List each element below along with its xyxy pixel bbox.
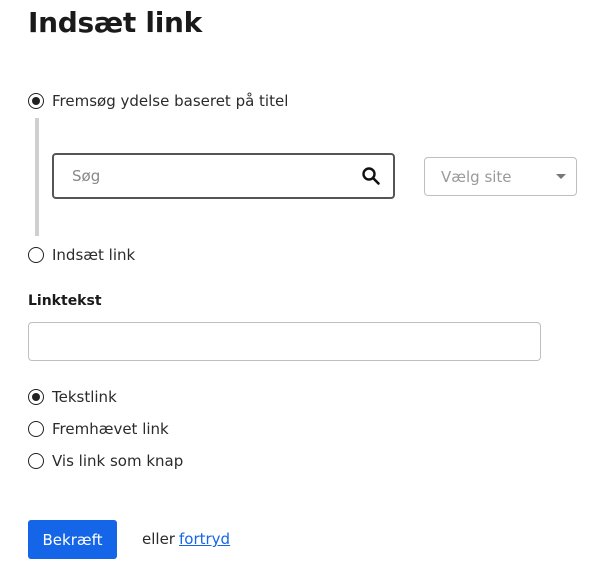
radio-button[interactable]	[28, 247, 44, 263]
radio-highlighted-link[interactable]: Fremhævet link	[28, 420, 169, 438]
search-icon[interactable]	[361, 166, 381, 186]
radio-insert-link[interactable]: Indsæt link	[28, 246, 135, 264]
radio-link-as-button[interactable]: Vis link som knap	[28, 452, 183, 470]
radio-link-as-button-label: Vis link som knap	[52, 452, 184, 470]
chevron-down-icon	[556, 174, 566, 179]
radio-search-label: Fremsøg ydelse baseret på titel	[52, 92, 289, 110]
radio-button-checked[interactable]	[28, 93, 44, 109]
link-text-input[interactable]	[28, 322, 541, 361]
search-input[interactable]	[70, 166, 361, 186]
radio-button[interactable]	[28, 421, 44, 437]
radio-button-checked[interactable]	[28, 389, 44, 405]
site-select-placeholder: Vælg site	[441, 167, 512, 186]
radio-text-link-label: Tekstlink	[52, 388, 117, 406]
or-text: eller	[142, 530, 175, 548]
section-rail	[35, 118, 39, 236]
search-field[interactable]	[52, 153, 395, 199]
radio-search-by-title[interactable]: Fremsøg ydelse baseret på titel	[28, 92, 288, 110]
radio-highlighted-link-label: Fremhævet link	[52, 420, 169, 438]
confirm-button[interactable]: Bekræft	[28, 520, 117, 559]
radio-insert-label: Indsæt link	[52, 246, 136, 264]
site-select[interactable]: Vælg site	[424, 157, 577, 196]
radio-button[interactable]	[28, 453, 44, 469]
radio-text-link[interactable]: Tekstlink	[28, 388, 117, 406]
page-title: Indsæt link	[28, 6, 202, 39]
cancel-link[interactable]: fortryd	[179, 530, 230, 548]
link-text-label: Linktekst	[28, 293, 102, 309]
